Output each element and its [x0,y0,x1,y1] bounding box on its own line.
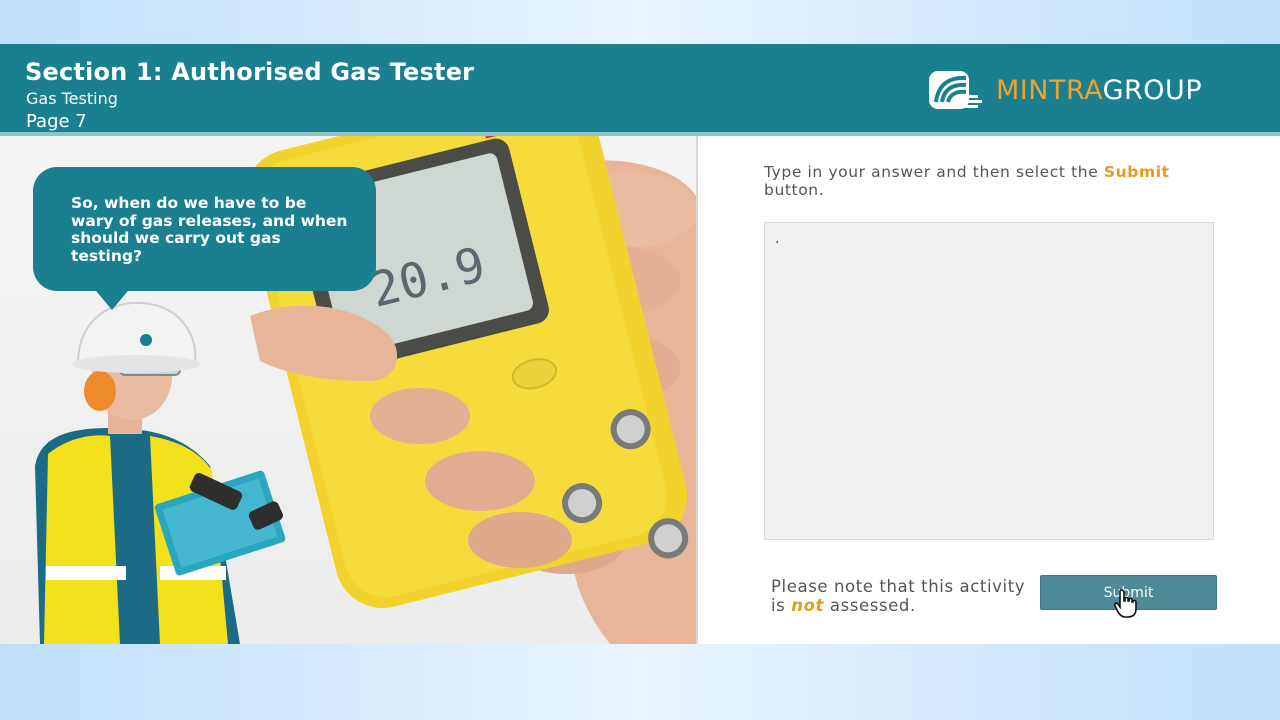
speech-bubble-tail [92,286,132,310]
assessment-note: Please note that this activity is not as… [771,577,1041,615]
instruction-text-start: Type in your answer and then select the [764,163,1099,181]
page-background-bottom [0,644,1280,720]
worker-character [35,302,286,644]
speech-bubble-text: So, when do we have to be wary of gas re… [71,194,348,265]
slide-header: Section 1: Authorised Gas Tester Gas Tes… [0,44,1280,136]
page-number: Page 7 [26,111,87,132]
answer-textarea[interactable]: . [764,222,1214,540]
instruction-text-end: button. [764,181,825,199]
illustration-panel: 20.9 So, when do we have to be wary of g… [0,136,698,644]
mintra-logo-icon [929,71,982,109]
course-slide: Section 1: Authorised Gas Tester Gas Tes… [0,44,1280,644]
section-title: Section 1: Authorised Gas Tester [25,58,475,86]
logo-text-group: GROUP [1102,74,1203,106]
note-emphasis: not [791,596,825,615]
page-background-top [0,0,1280,44]
module-subtitle: Gas Testing [26,89,118,108]
note-text-end: assessed. [829,596,916,615]
instruction-submit-highlight: Submit [1103,163,1170,181]
mintra-logo: MINTRAGROUP [928,68,1202,112]
speech-bubble: So, when do we have to be wary of gas re… [33,167,376,291]
logo-wordmark: MINTRAGROUP [996,75,1202,106]
activity-instructions: Type in your answer and then select the … [764,163,1184,199]
logo-text-mintra: MINTRA [996,74,1103,106]
hand-pointer-cursor-icon [1113,589,1137,618]
activity-panel: Type in your answer and then select the … [698,136,1280,644]
